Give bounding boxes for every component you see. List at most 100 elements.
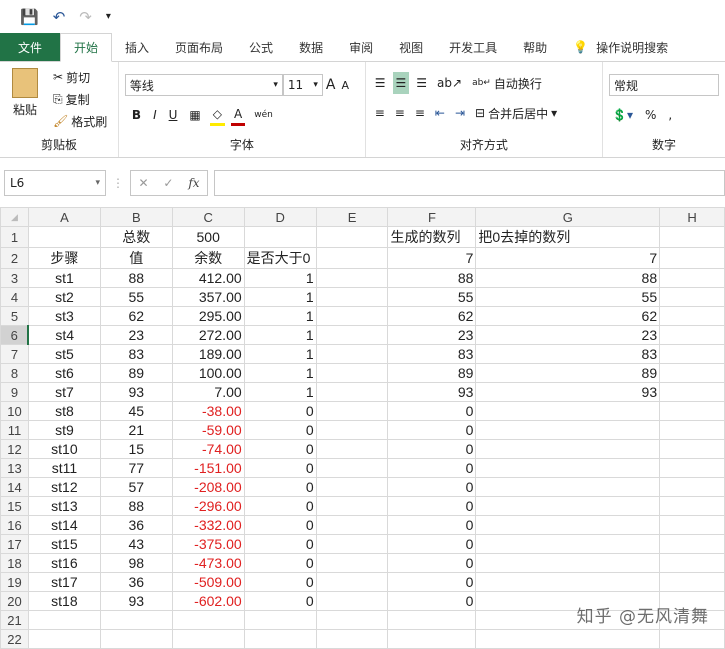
- align-top-icon[interactable]: ☰: [372, 72, 389, 94]
- cell-B12[interactable]: 15: [99, 439, 173, 459]
- cell-G1[interactable]: 把0去掉的数列: [475, 226, 661, 248]
- cell-C14[interactable]: -208.00: [171, 477, 245, 497]
- undo-icon[interactable]: ↶: [53, 8, 66, 26]
- row-header[interactable]: 5: [0, 306, 29, 326]
- cell-E1[interactable]: [315, 226, 389, 248]
- tab-view[interactable]: 视图: [386, 33, 436, 61]
- cell-D13[interactable]: 0: [243, 458, 317, 478]
- cell-F6[interactable]: 23: [387, 325, 477, 345]
- tell-me-search[interactable]: 💡 操作说明搜索: [560, 33, 681, 61]
- cell-H3[interactable]: [659, 268, 725, 288]
- decrease-indent-icon[interactable]: ⇤: [432, 102, 448, 124]
- row-header[interactable]: 12: [0, 439, 29, 459]
- cell-E6[interactable]: [315, 325, 389, 345]
- cell-E19[interactable]: [315, 572, 389, 592]
- cell-D7[interactable]: 1: [243, 344, 317, 364]
- cell-F4[interactable]: 55: [387, 287, 477, 307]
- cell-G15[interactable]: [475, 496, 661, 516]
- cell-C3[interactable]: 412.00: [171, 268, 245, 288]
- column-header-D[interactable]: D: [243, 207, 317, 227]
- cell-D10[interactable]: 0: [243, 401, 317, 421]
- row-header[interactable]: 1: [0, 226, 29, 248]
- phonetic-button[interactable]: wén: [251, 104, 276, 126]
- cell-F2[interactable]: 7: [387, 247, 477, 269]
- row-header[interactable]: 16: [0, 515, 29, 535]
- cell-C1[interactable]: 500: [171, 226, 245, 248]
- cell-D18[interactable]: 0: [243, 553, 317, 573]
- cell-C6[interactable]: 272.00: [171, 325, 245, 345]
- row-header[interactable]: 9: [0, 382, 29, 402]
- cell-G7[interactable]: 83: [475, 344, 661, 364]
- accounting-format-icon[interactable]: 💲▾: [609, 104, 636, 126]
- cell-H18[interactable]: [659, 553, 725, 573]
- cell-D19[interactable]: 0: [243, 572, 317, 592]
- cell-A10[interactable]: st8: [27, 401, 101, 421]
- tab-help[interactable]: 帮助: [510, 33, 560, 61]
- cell-F11[interactable]: 0: [387, 420, 477, 440]
- row-header[interactable]: 17: [0, 534, 29, 554]
- column-header-A[interactable]: A: [27, 207, 101, 227]
- italic-button[interactable]: I: [150, 104, 160, 126]
- cell-B6[interactable]: 23: [99, 325, 173, 345]
- redo-icon[interactable]: ↷: [79, 8, 92, 26]
- cell-G5[interactable]: 62: [475, 306, 661, 326]
- column-header-E[interactable]: E: [315, 207, 389, 227]
- cell-A19[interactable]: st17: [27, 572, 101, 592]
- cell-C16[interactable]: -332.00: [171, 515, 245, 535]
- column-header-C[interactable]: C: [171, 207, 245, 227]
- cell-C5[interactable]: 295.00: [171, 306, 245, 326]
- cell-E13[interactable]: [315, 458, 389, 478]
- cell-F7[interactable]: 83: [387, 344, 477, 364]
- row-header[interactable]: 13: [0, 458, 29, 478]
- enter-icon[interactable]: ✓: [163, 176, 173, 190]
- cell-E20[interactable]: [315, 591, 389, 611]
- cell-D15[interactable]: 0: [243, 496, 317, 516]
- cell-H2[interactable]: [659, 247, 725, 269]
- number-format-select[interactable]: 常规: [609, 74, 719, 96]
- cell-D16[interactable]: 0: [243, 515, 317, 535]
- row-header[interactable]: 14: [0, 477, 29, 497]
- tab-data[interactable]: 数据: [286, 33, 336, 61]
- cell-F13[interactable]: 0: [387, 458, 477, 478]
- tab-home[interactable]: 开始: [60, 33, 113, 62]
- row-header[interactable]: 8: [0, 363, 29, 383]
- cell-B4[interactable]: 55: [99, 287, 173, 307]
- tab-formulas[interactable]: 公式: [236, 33, 286, 61]
- cell-H15[interactable]: [659, 496, 725, 516]
- cell-A1[interactable]: [27, 226, 101, 248]
- cell-A5[interactable]: st3: [27, 306, 101, 326]
- align-right-icon[interactable]: ≡: [412, 102, 428, 124]
- cell-B15[interactable]: 88: [99, 496, 173, 516]
- cell-H9[interactable]: [659, 382, 725, 402]
- percent-button[interactable]: %: [642, 104, 659, 126]
- cell-B16[interactable]: 36: [99, 515, 173, 535]
- cell-F14[interactable]: 0: [387, 477, 477, 497]
- cell-C20[interactable]: -602.00: [171, 591, 245, 611]
- cell-F10[interactable]: 0: [387, 401, 477, 421]
- merge-center-button[interactable]: ⊟ 合并后居中 ▾: [472, 102, 560, 124]
- cell-G8[interactable]: 89: [475, 363, 661, 383]
- row-header[interactable]: 21: [0, 610, 29, 630]
- cell-A2[interactable]: 步骤: [27, 247, 101, 269]
- cell-B21[interactable]: [99, 610, 173, 630]
- cell-E12[interactable]: [315, 439, 389, 459]
- bold-button[interactable]: B: [129, 104, 144, 126]
- cell-A18[interactable]: st16: [27, 553, 101, 573]
- cell-B10[interactable]: 45: [99, 401, 173, 421]
- cut-button[interactable]: ✂ 剪切: [50, 66, 110, 88]
- cell-E9[interactable]: [315, 382, 389, 402]
- comma-button[interactable]: ,: [665, 104, 675, 126]
- paste-button[interactable]: 粘贴: [12, 68, 38, 118]
- font-size-select[interactable]: 11 ▾: [282, 74, 323, 96]
- cell-B18[interactable]: 98: [99, 553, 173, 573]
- cell-A17[interactable]: st15: [27, 534, 101, 554]
- wrap-text-button[interactable]: ab↵ 自动换行: [469, 72, 545, 94]
- row-header[interactable]: 4: [0, 287, 29, 307]
- cell-F3[interactable]: 88: [387, 268, 477, 288]
- cell-A9[interactable]: st7: [27, 382, 101, 402]
- cell-D20[interactable]: 0: [243, 591, 317, 611]
- cell-B5[interactable]: 62: [99, 306, 173, 326]
- cell-G12[interactable]: [475, 439, 661, 459]
- cell-H6[interactable]: [659, 325, 725, 345]
- cell-C15[interactable]: -296.00: [171, 496, 245, 516]
